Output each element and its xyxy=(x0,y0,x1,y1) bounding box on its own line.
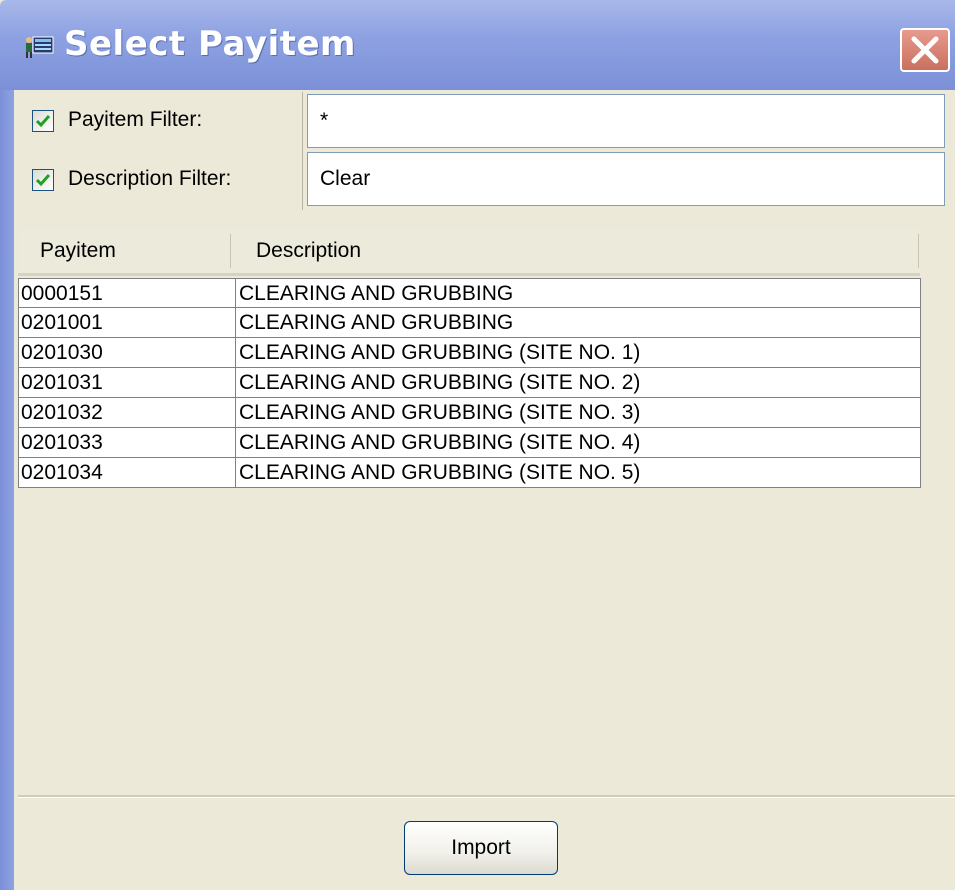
payitem-app-icon xyxy=(24,34,54,60)
payitem-filter-input[interactable] xyxy=(307,94,945,148)
row-border xyxy=(920,458,921,487)
description-filter-row: Description Filter: xyxy=(22,152,307,204)
payitem-table: Payitem Description 0000151 CLEARING AND… xyxy=(18,228,948,788)
button-bar-separator xyxy=(18,795,955,798)
row-border xyxy=(920,338,921,367)
column-header-description[interactable]: Description xyxy=(256,228,856,273)
cell-description: CLEARING AND GRUBBING xyxy=(235,308,919,337)
cell-description: CLEARING AND GRUBBING xyxy=(235,279,919,308)
table-row[interactable]: 0201034 CLEARING AND GRUBBING (SITE NO. … xyxy=(19,458,921,488)
cell-payitem: 0201032 xyxy=(21,401,103,424)
cell-description: CLEARING AND GRUBBING (SITE NO. 1) xyxy=(235,338,919,367)
payitem-filter-row: Payitem Filter: xyxy=(22,94,307,146)
row-border xyxy=(920,279,921,308)
row-border xyxy=(920,398,921,427)
title-bar[interactable]: Select Payitem xyxy=(0,0,955,90)
cell-payitem: 0201001 xyxy=(21,311,103,334)
column-divider[interactable] xyxy=(230,234,231,268)
cell-payitem: 0201031 xyxy=(21,371,103,394)
close-button[interactable] xyxy=(900,28,950,72)
table-header: Payitem Description xyxy=(18,228,920,276)
cell-description: CLEARING AND GRUBBING (SITE NO. 5) xyxy=(235,458,919,487)
payitem-filter-checkbox[interactable] xyxy=(32,110,54,132)
cell-payitem: 0000151 xyxy=(21,282,103,305)
cell-payitem: 0201034 xyxy=(21,461,103,484)
cell-description: CLEARING AND GRUBBING (SITE NO. 2) xyxy=(235,368,919,397)
window-title: Select Payitem xyxy=(64,24,356,64)
payitem-filter-label: Payitem Filter: xyxy=(68,108,203,131)
table-row[interactable]: 0201001 CLEARING AND GRUBBING xyxy=(19,308,921,338)
column-divider[interactable] xyxy=(918,234,919,268)
row-border xyxy=(920,428,921,457)
description-filter-checkbox[interactable] xyxy=(32,169,54,191)
row-border xyxy=(920,368,921,397)
table-row[interactable]: 0201033 CLEARING AND GRUBBING (SITE NO. … xyxy=(19,428,921,458)
checkmark-icon xyxy=(35,174,51,187)
description-filter-input[interactable] xyxy=(307,152,945,206)
table-row[interactable]: 0000151 CLEARING AND GRUBBING xyxy=(19,278,921,308)
cell-description: CLEARING AND GRUBBING (SITE NO. 4) xyxy=(235,428,919,457)
select-payitem-dialog: Select Payitem Payitem Filter: Descripti… xyxy=(0,0,955,890)
row-border xyxy=(920,308,921,337)
table-body: 0000151 CLEARING AND GRUBBING 0201001 CL… xyxy=(18,278,921,488)
close-icon xyxy=(911,36,939,64)
cell-payitem: 0201033 xyxy=(21,431,103,454)
window-left-border xyxy=(0,90,14,890)
filter-divider xyxy=(302,92,303,210)
cell-payitem: 0201030 xyxy=(21,341,103,364)
table-row[interactable]: 0201031 CLEARING AND GRUBBING (SITE NO. … xyxy=(19,368,921,398)
table-row[interactable]: 0201032 CLEARING AND GRUBBING (SITE NO. … xyxy=(19,398,921,428)
table-row[interactable]: 0201030 CLEARING AND GRUBBING (SITE NO. … xyxy=(19,338,921,368)
cell-description: CLEARING AND GRUBBING (SITE NO. 3) xyxy=(235,398,919,427)
column-header-payitem[interactable]: Payitem xyxy=(40,228,220,273)
import-button[interactable]: Import xyxy=(404,821,558,875)
checkmark-icon xyxy=(35,115,51,128)
description-filter-label: Description Filter: xyxy=(68,167,232,190)
